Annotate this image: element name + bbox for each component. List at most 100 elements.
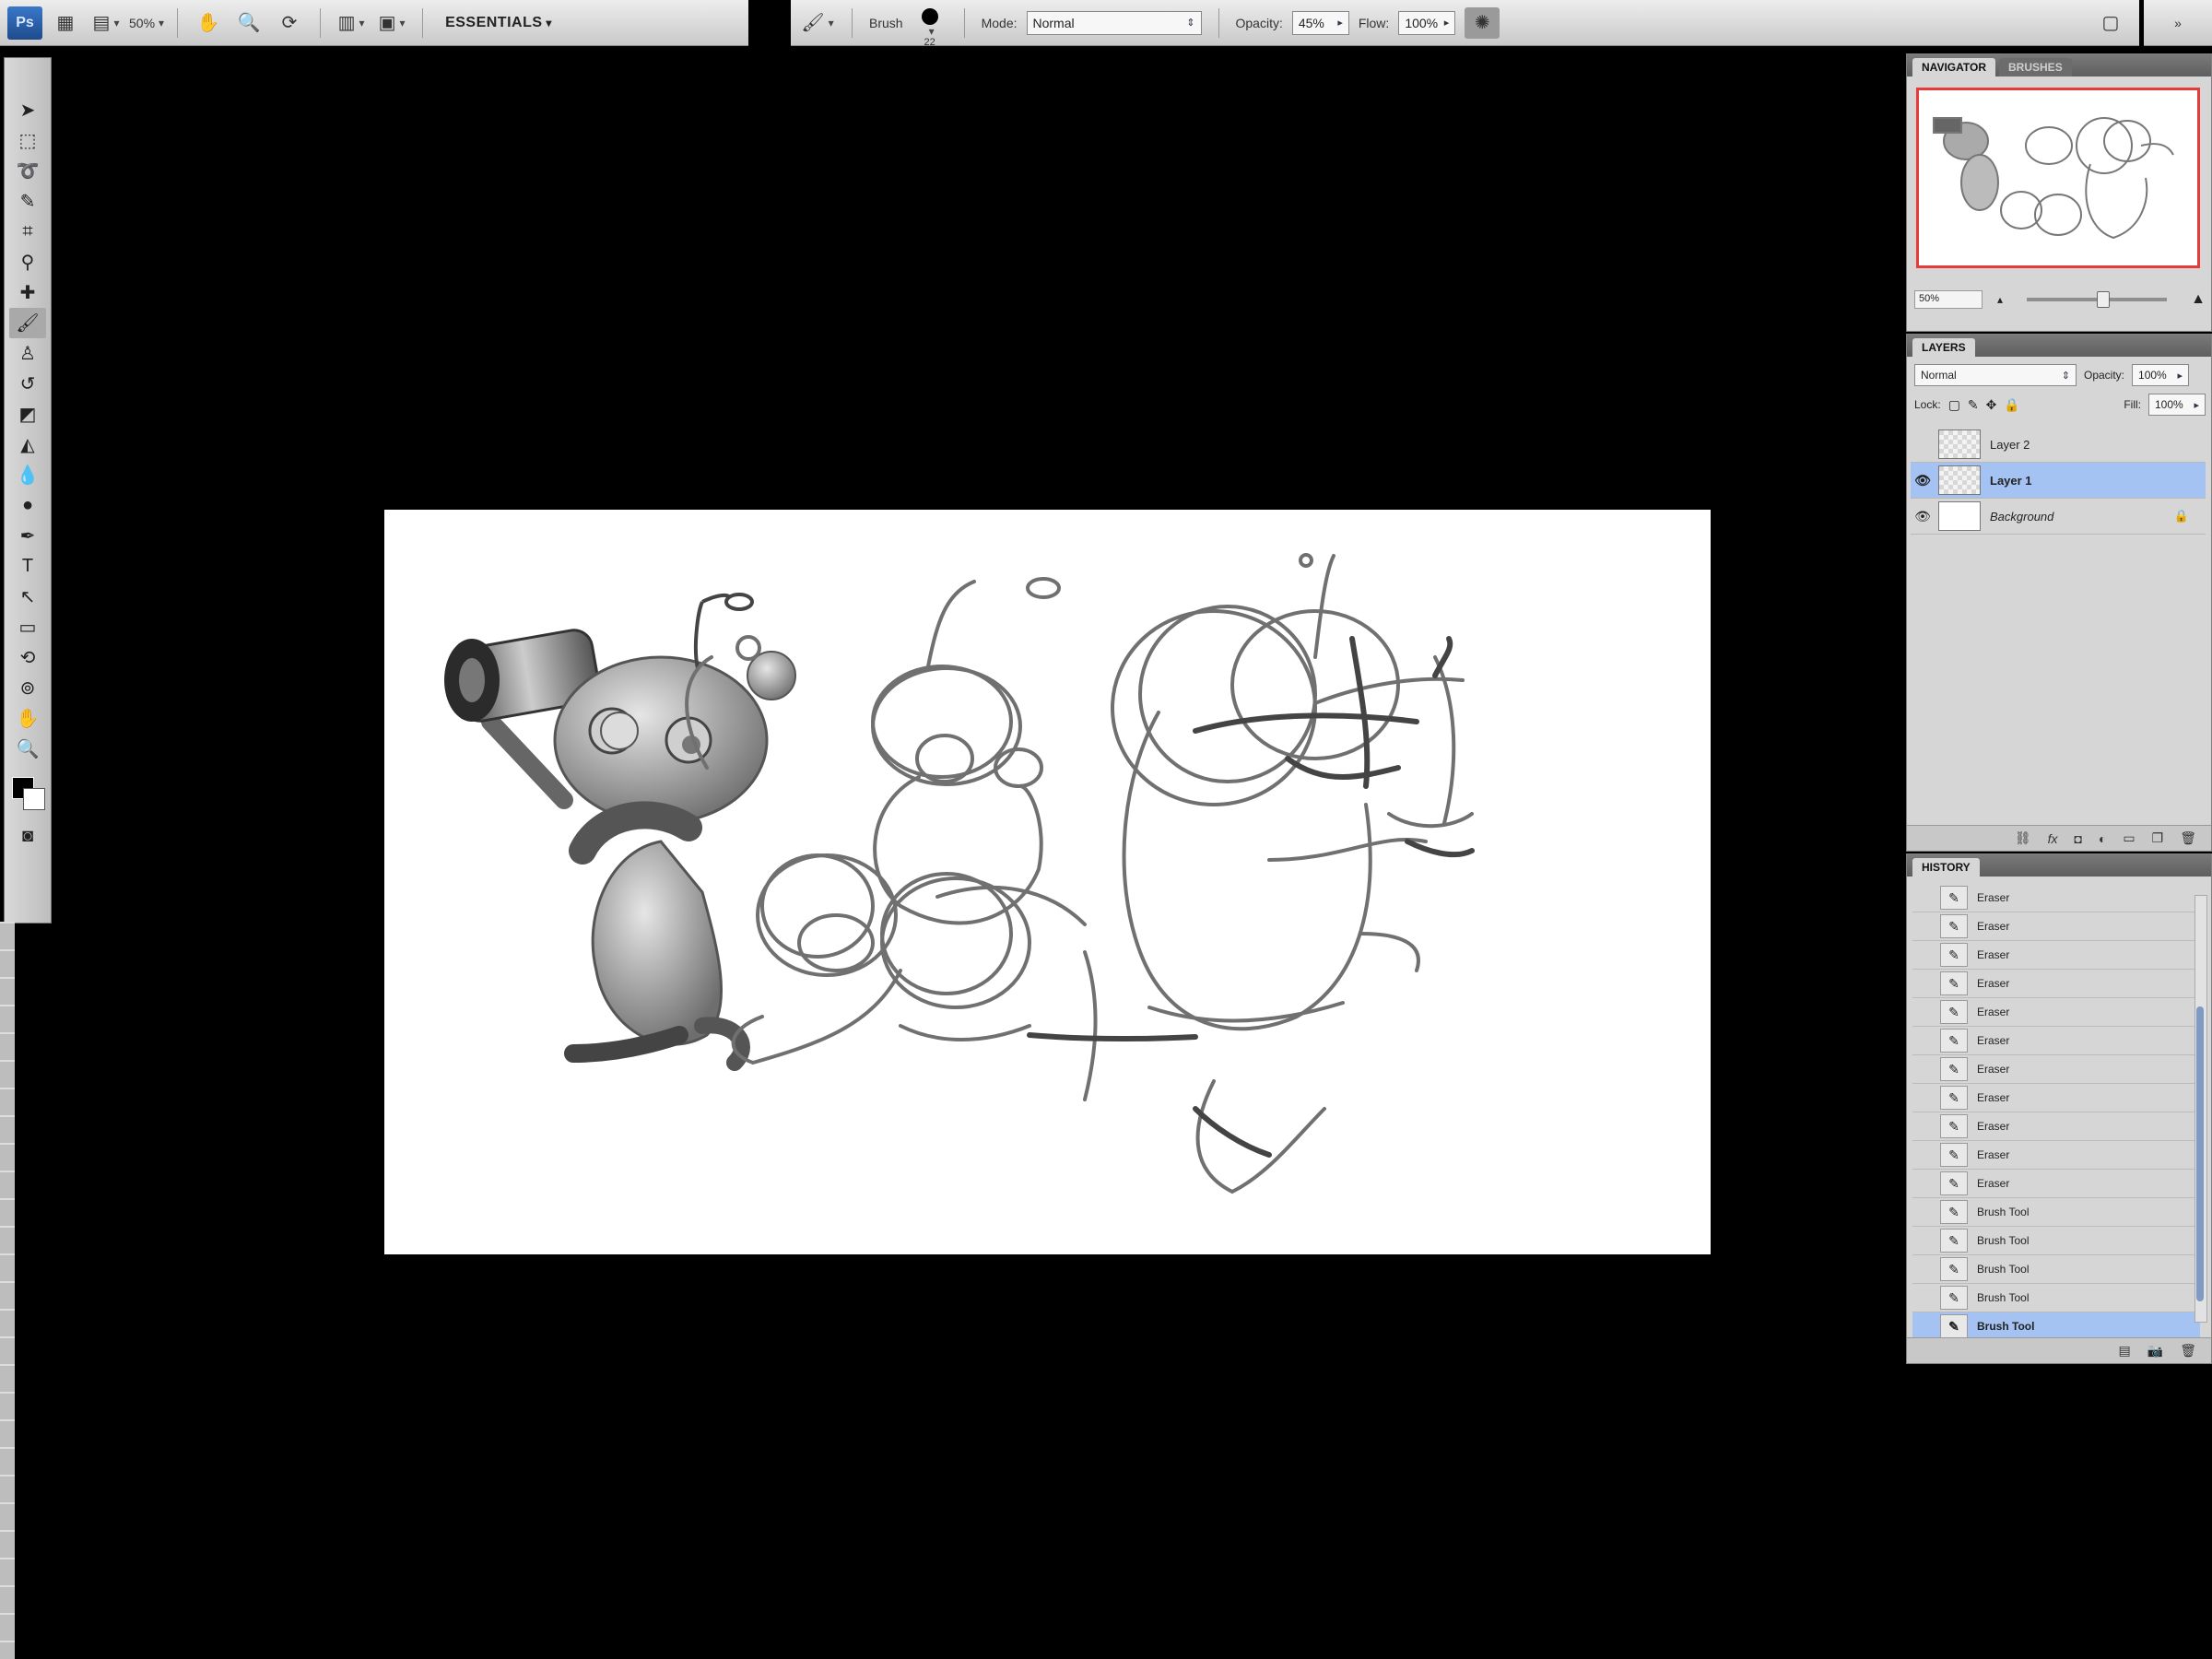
brush-tool-icon[interactable]: 🖌	[9, 308, 46, 338]
eyedropper-tool-icon[interactable]: ⚲	[9, 247, 46, 277]
history-state[interactable]: ✎ Eraser	[1912, 1055, 2200, 1084]
eye-icon[interactable]: 👁	[1911, 509, 1935, 524]
history-state[interactable]: ✎ Eraser	[1912, 970, 2200, 998]
history-state-label: Eraser	[1977, 977, 2010, 990]
lock-pixels-icon[interactable]: ✎	[1968, 397, 1979, 413]
move-tool-icon[interactable]: ➤	[9, 95, 46, 125]
history-state[interactable]: ✎ Eraser	[1912, 1170, 2200, 1198]
hand-icon[interactable]: ✋	[191, 7, 226, 39]
history-state[interactable]: ✎ Eraser	[1912, 1084, 2200, 1112]
marquee-tool-icon[interactable]: ⬚	[9, 125, 46, 156]
brush-size: 22	[924, 36, 935, 48]
snapshot-icon[interactable]: 📷	[2147, 1343, 2163, 1359]
history-state[interactable]: ✎ Eraser	[1912, 1141, 2200, 1170]
background-color[interactable]	[23, 788, 45, 810]
new-document-from-state-icon[interactable]: ▤	[2119, 1343, 2131, 1359]
history-scrollbar[interactable]	[2194, 895, 2207, 1323]
view-extras-icon[interactable]: ▤	[88, 7, 124, 39]
hand-tool-icon[interactable]: ✋	[9, 703, 46, 734]
link-layers-icon[interactable]: ⛓	[2015, 830, 2031, 846]
shape-tool-icon[interactable]: ▭	[9, 612, 46, 642]
history-state[interactable]: ✎ Brush Tool	[1912, 1198, 2200, 1227]
3d-orbit-tool-icon[interactable]: ⊚	[9, 673, 46, 703]
lock-transparency-icon[interactable]: ▢	[1948, 397, 1960, 413]
layer-row-background[interactable]: 👁 Background 🔒	[1911, 499, 2206, 535]
mode-select[interactable]: Normal ⇕	[1026, 10, 1202, 35]
eraser-tool-icon[interactable]: ◩	[9, 399, 46, 429]
gradient-tool-icon[interactable]: ◭	[9, 429, 46, 460]
history-brush-tool-icon[interactable]: ↺	[9, 369, 46, 399]
history-state[interactable]: ✎ Eraser	[1912, 1027, 2200, 1055]
document-canvas[interactable]	[384, 510, 1711, 1254]
eye-icon[interactable]: 👁	[1911, 473, 1935, 488]
blend-mode-select[interactable]: Normal ⇕	[1914, 364, 2077, 386]
zoom-in-icon[interactable]: ▲	[2191, 291, 2206, 308]
layer-opacity-field[interactable]: 100% ▸	[2132, 364, 2190, 386]
layer-row-layer-2[interactable]: Layer 2	[1911, 427, 2206, 463]
tool-preset-picker[interactable]: 🖌	[800, 7, 835, 39]
tab-navigator[interactable]: NAVIGATOR	[1912, 58, 1996, 76]
fill-field[interactable]: 100% ▸	[2148, 394, 2206, 416]
layer-style-icon[interactable]: fx	[2048, 831, 2058, 846]
new-layer-icon[interactable]: ❐	[2152, 830, 2164, 846]
adjustment-layer-icon[interactable]: ◐	[2099, 831, 2106, 846]
trash-icon[interactable]: 🗑	[2180, 830, 2196, 846]
zoom-level-dropdown[interactable]: 50%	[129, 7, 164, 39]
updown-arrow-icon: ⇕	[2061, 370, 2070, 382]
brush-picker[interactable]: 22	[912, 7, 947, 48]
tab-brushes[interactable]: BRUSHES	[1999, 58, 2072, 76]
navigator-zoom-field[interactable]: 50%	[1914, 290, 1983, 309]
trash-icon[interactable]: 🗑	[2180, 1343, 2196, 1359]
healing-brush-tool-icon[interactable]: ✚	[9, 277, 46, 308]
history-scroll-thumb[interactable]	[2196, 1006, 2204, 1301]
path-selection-tool-icon[interactable]: ↖	[9, 582, 46, 612]
history-state[interactable]: ✎ Brush Tool	[1912, 1227, 2200, 1255]
eraser-icon: ✎	[1940, 1114, 1968, 1138]
quick-selection-tool-icon[interactable]: ✎	[9, 186, 46, 217]
layer-row-layer-1[interactable]: 👁 Layer 1	[1911, 463, 2206, 499]
tab-layers[interactable]: LAYERS	[1912, 338, 1975, 357]
color-swatches[interactable]	[12, 777, 45, 810]
layer-mask-icon[interactable]: ◘	[2074, 831, 2081, 846]
opacity-field[interactable]: 45% ▸	[1291, 10, 1349, 35]
lock-position-icon[interactable]: ✥	[1986, 397, 1997, 413]
photoshop-logo-icon[interactable]: Ps	[7, 6, 42, 40]
zoom-icon[interactable]: 🔍	[231, 7, 266, 39]
type-tool-icon[interactable]: T	[9, 551, 46, 582]
history-state[interactable]: ✎ Brush Tool	[1912, 1255, 2200, 1284]
dodge-tool-icon[interactable]: ●	[9, 490, 46, 521]
lasso-tool-icon[interactable]: ➰	[9, 156, 46, 186]
history-state[interactable]: ✎ Eraser	[1912, 884, 2200, 912]
workspace-switcher[interactable]: ESSENTIALS	[445, 15, 552, 31]
history-state[interactable]: ✎ Eraser	[1912, 941, 2200, 970]
collapse-dock-icon[interactable]: »	[2160, 7, 2195, 39]
blur-tool-icon[interactable]: 💧	[9, 460, 46, 490]
new-group-icon[interactable]: ▭	[2123, 830, 2135, 846]
screen-mode-icon[interactable]: ▣	[374, 7, 409, 39]
airbrush-icon[interactable]: ✺	[1465, 6, 1500, 39]
lock-all-icon[interactable]: 🔒	[2004, 397, 2019, 413]
zoom-slider-knob[interactable]	[2097, 291, 2111, 308]
rotate-view-icon[interactable]: ⟳	[272, 7, 307, 39]
layer-thumbnail	[1938, 501, 1981, 531]
bridge-icon[interactable]: ▦	[48, 7, 83, 39]
zoom-out-icon[interactable]: ▴	[1997, 293, 2003, 306]
flow-field[interactable]: 100% ▸	[1398, 10, 1456, 35]
navigator-preview[interactable]	[1916, 88, 2200, 268]
history-state[interactable]: ✎ Eraser	[1912, 998, 2200, 1027]
history-state[interactable]: ✎ Eraser	[1912, 1112, 2200, 1141]
tab-history[interactable]: HISTORY	[1912, 858, 1980, 877]
pen-tool-icon[interactable]: ✒	[9, 521, 46, 551]
zoom-slider[interactable]	[2027, 291, 2168, 308]
3d-rotate-tool-icon[interactable]: ⟲	[9, 642, 46, 673]
clone-stamp-tool-icon[interactable]: ♙	[9, 338, 46, 369]
panel-toggle-icon[interactable]: ▢	[2093, 7, 2128, 39]
crop-tool-icon[interactable]: ⌗	[9, 217, 46, 247]
blend-mode-value: Normal	[1921, 369, 1957, 382]
zoom-tool-icon[interactable]: 🔍	[9, 734, 46, 764]
vertical-ruler	[0, 922, 15, 1659]
history-state[interactable]: ✎ Eraser	[1912, 912, 2200, 941]
arrange-documents-icon[interactable]: ▥	[334, 7, 369, 39]
history-state[interactable]: ✎ Brush Tool	[1912, 1284, 2200, 1312]
quick-mask-icon[interactable]: ◙	[9, 821, 46, 852]
